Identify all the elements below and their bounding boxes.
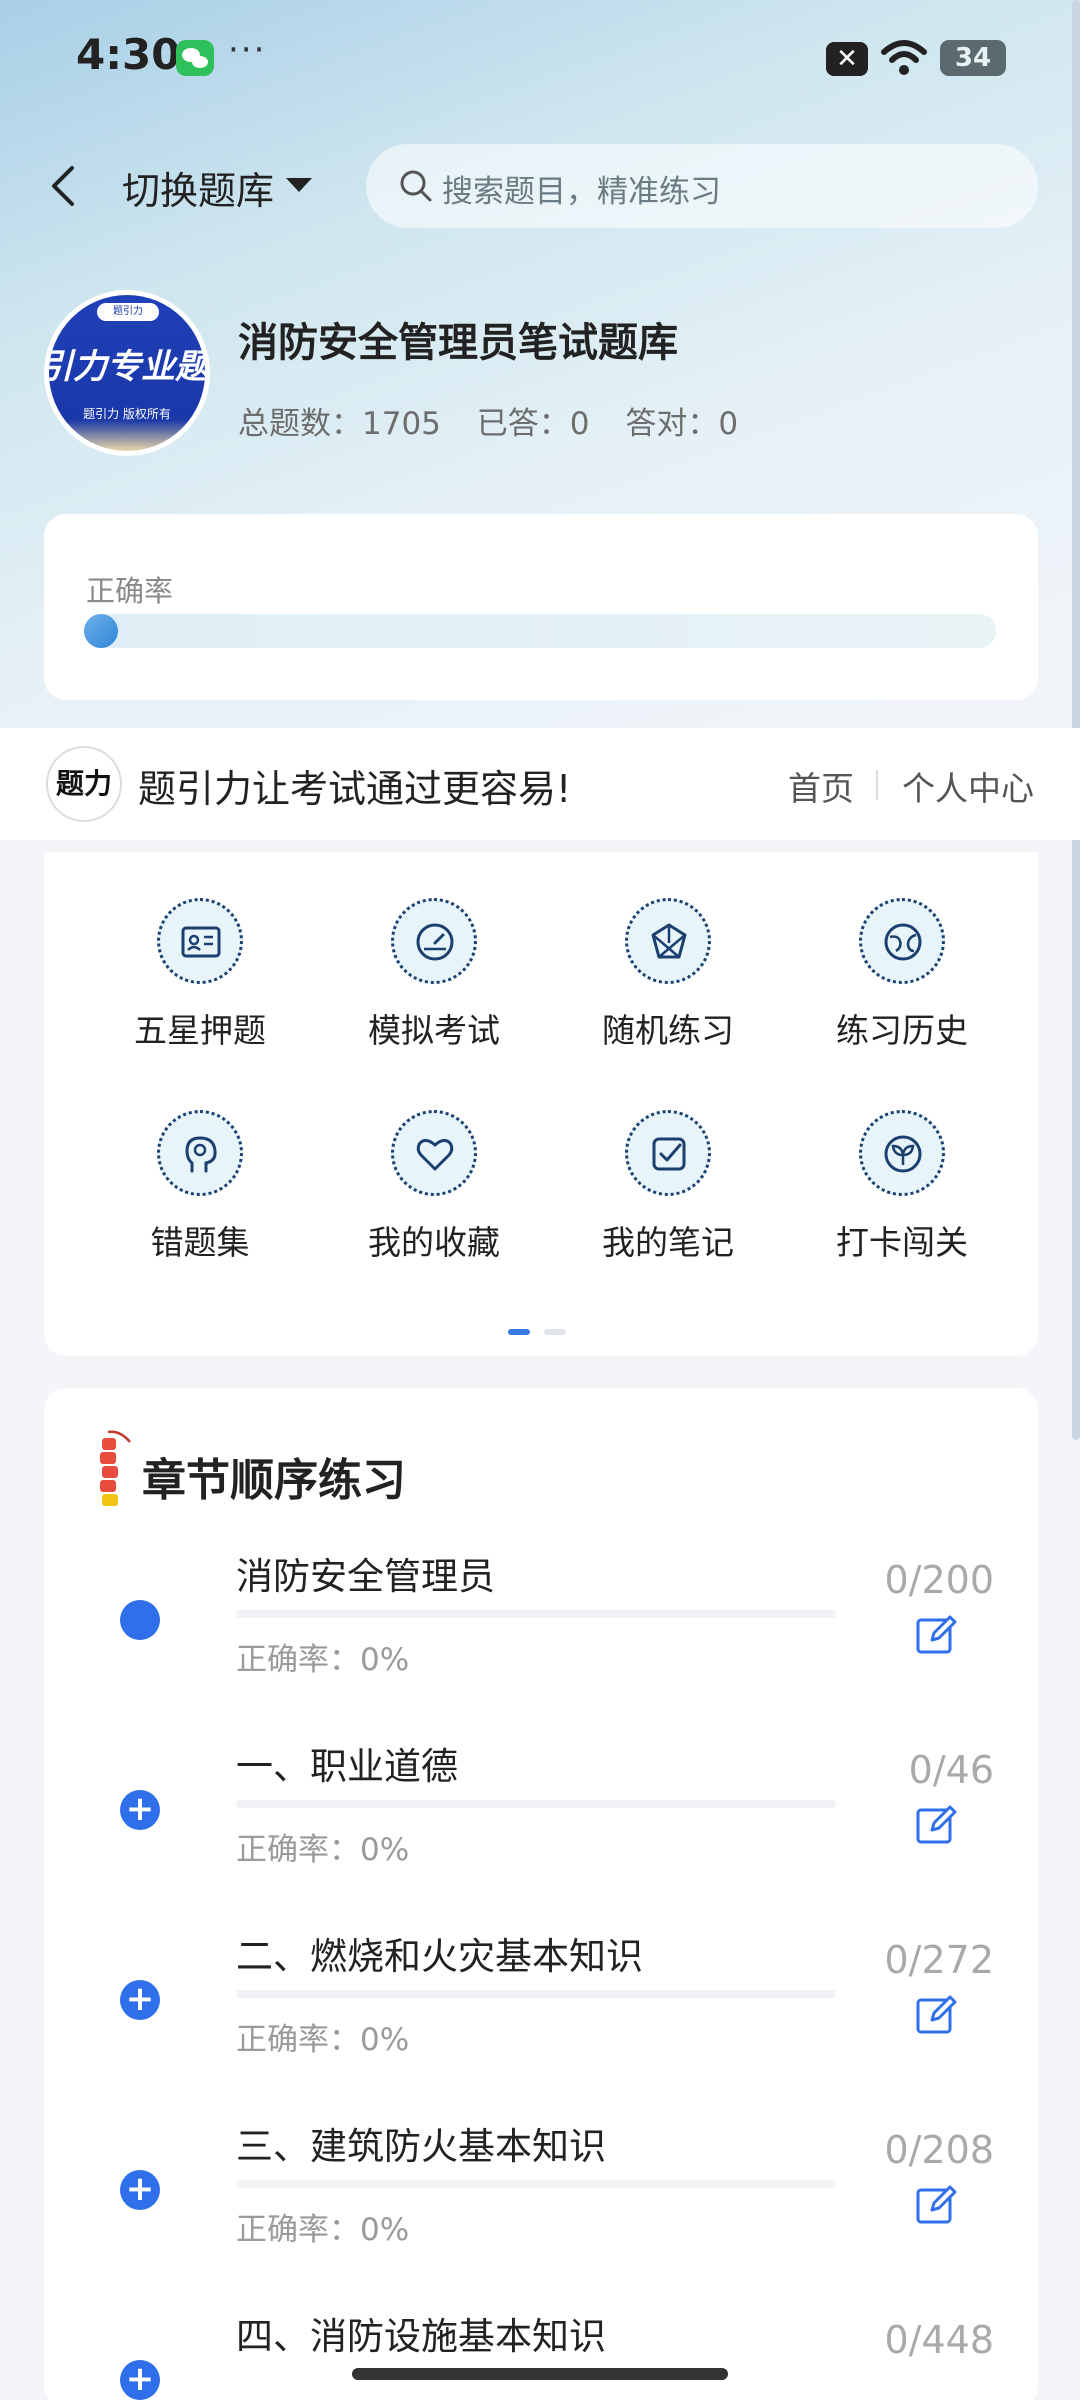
accuracy-label: 正确率 xyxy=(86,574,174,608)
chapter-progress-bar xyxy=(236,2180,836,2188)
chapter-dot-icon xyxy=(120,1600,160,1640)
edit-icon[interactable] xyxy=(914,1612,958,1656)
menu-item-five-star[interactable]: 五星押题 xyxy=(100,852,300,1050)
chapter-count: 0/200 xyxy=(884,1558,994,1602)
edit-icon[interactable] xyxy=(914,1992,958,2036)
chapter-accuracy: 正确率：0% xyxy=(236,2022,410,2058)
chapter-count: 0/272 xyxy=(884,1938,994,1982)
more-dots-icon: ··· xyxy=(228,30,267,70)
chapter-accuracy: 正确率：0% xyxy=(236,1642,410,1678)
heart-icon xyxy=(391,1110,477,1196)
edit-icon[interactable] xyxy=(914,1802,958,1846)
feature-menu: 五星押题 模拟考试 随机练习 练习历史 错题集 我的收藏 我的笔记 打卡闯关 xyxy=(44,852,1038,1356)
menu-label: 随机练习 xyxy=(602,1011,734,1050)
close-badge-icon: ✕ xyxy=(826,42,868,76)
chapter-progress-bar xyxy=(236,1800,836,1808)
accuracy-card: 正确率 xyxy=(44,514,1038,700)
menu-label: 模拟考试 xyxy=(368,1011,500,1050)
page-dot xyxy=(544,1329,566,1335)
id-card-icon xyxy=(157,898,243,984)
chapter-name: 二、燃烧和火灾基本知识 xyxy=(236,1935,643,1978)
chapter-count: 0/448 xyxy=(884,2318,994,2362)
menu-item-checkin[interactable]: 打卡闯关 xyxy=(802,1064,1002,1262)
menu-item-mock-exam[interactable]: 模拟考试 xyxy=(334,852,534,1050)
chapter-name: 一、职业道德 xyxy=(236,1745,458,1788)
globe-icon xyxy=(859,898,945,984)
chapter-practice-section: 章节顺序练习 消防安全管理员 正确率：0% 0/200 + 一、职业道德 正确率… xyxy=(44,1388,1038,2400)
bank-stats: 总题数：1705 已答：0 答对：0 xyxy=(238,398,764,443)
head-icon xyxy=(157,1110,243,1196)
chapter-progress-bar xyxy=(236,1610,836,1618)
menu-label: 练习历史 xyxy=(836,1011,968,1050)
expand-plus-icon[interactable]: + xyxy=(120,2360,160,2400)
chapter-row[interactable]: + 三、建筑防火基本知识 正确率：0% 0/208 xyxy=(44,2110,1038,2290)
menu-label: 错题集 xyxy=(150,1223,250,1262)
brand-slogan: 题引力让考试通过更容易! xyxy=(138,767,572,811)
menu-label: 五星押题 xyxy=(134,1011,266,1050)
expand-plus-icon[interactable]: + xyxy=(120,2170,160,2210)
chapter-progress-bar xyxy=(236,1990,836,1998)
network-icon xyxy=(625,898,711,984)
battery-icon: 34 xyxy=(940,40,1006,76)
chapter-name: 四、消防设施基本知识 xyxy=(236,2315,606,2358)
menu-label: 我的收藏 xyxy=(368,1223,500,1262)
wifi-icon xyxy=(881,40,927,75)
sprout-icon xyxy=(859,1110,945,1196)
page-dot-active xyxy=(508,1329,530,1335)
total-count: 总题数：1705 xyxy=(238,406,441,442)
correct-count: 答对：0 xyxy=(625,406,739,442)
top-header: 切换题库 搜索题目，精准练习 xyxy=(0,140,1080,230)
menu-item-history[interactable]: 练习历史 xyxy=(802,852,1002,1050)
bank-logo-tab: 题引力 xyxy=(97,303,159,321)
bank-title: 消防安全管理员笔试题库 xyxy=(238,320,678,366)
switch-bank-button[interactable]: 切换题库 xyxy=(122,160,274,215)
chapter-count: 0/208 xyxy=(884,2128,994,2172)
divider xyxy=(876,770,878,800)
bank-logo-sub: 题引力 版权所有 xyxy=(83,407,171,421)
chapter-accuracy: 正确率：0% xyxy=(236,1832,410,1868)
search-input[interactable]: 搜索题目，精准练习 xyxy=(366,144,1038,228)
status-bar: 4:30 ··· ✕ 34 xyxy=(0,0,1080,120)
brand-logo: 题力 xyxy=(46,746,122,822)
menu-item-random-practice[interactable]: 随机练习 xyxy=(568,852,768,1050)
bank-logo: 题引力 引力专业题 题引力 版权所有 xyxy=(44,290,210,456)
chevron-down-icon[interactable] xyxy=(286,178,312,192)
speedometer-icon xyxy=(391,898,477,984)
menu-label: 打卡闯关 xyxy=(836,1223,968,1262)
home-indicator[interactable] xyxy=(352,2368,728,2380)
expand-plus-icon[interactable]: + xyxy=(120,1790,160,1830)
menu-label: 我的笔记 xyxy=(602,1223,734,1262)
check-note-icon xyxy=(625,1110,711,1196)
search-placeholder: 搜索题目，精准练习 xyxy=(442,174,721,210)
back-icon[interactable] xyxy=(44,162,84,210)
chapter-name: 三、建筑防火基本知识 xyxy=(236,2125,606,2168)
accuracy-progress-knob xyxy=(84,614,118,648)
menu-item-favorites[interactable]: 我的收藏 xyxy=(334,1064,534,1262)
menu-item-notes[interactable]: 我的笔记 xyxy=(568,1064,768,1262)
chapter-row[interactable]: + 二、燃烧和火灾基本知识 正确率：0% 0/272 xyxy=(44,1920,1038,2100)
expand-plus-icon[interactable]: + xyxy=(120,1980,160,2020)
chapter-name: 消防安全管理员 xyxy=(236,1555,495,1598)
chapter-count: 0/46 xyxy=(908,1748,994,1792)
chapter-row[interactable]: + 一、职业道德 正确率：0% 0/46 xyxy=(44,1730,1038,1910)
section-title: 章节顺序练习 xyxy=(142,1455,406,1506)
bank-logo-text: 引力专业题 xyxy=(49,347,205,387)
wechat-icon xyxy=(176,40,214,76)
status-time: 4:30 xyxy=(76,30,181,79)
search-icon xyxy=(400,170,432,202)
accuracy-progress-bar xyxy=(84,614,996,648)
brand-bar: 题力 题引力让考试通过更容易! 首页 个人中心 xyxy=(0,728,1080,840)
profile-link[interactable]: 个人中心 xyxy=(902,762,1034,810)
home-link[interactable]: 首页 xyxy=(788,762,854,810)
page-indicator xyxy=(508,1320,580,1339)
chapter-row[interactable]: 消防安全管理员 正确率：0% 0/200 xyxy=(44,1540,1038,1720)
chapter-row[interactable]: + 四、消防设施基本知识 0/448 xyxy=(44,2300,1038,2400)
edit-icon[interactable] xyxy=(914,2182,958,2226)
chapter-accuracy: 正确率：0% xyxy=(236,2212,410,2248)
menu-item-wrong-answers[interactable]: 错题集 xyxy=(100,1064,300,1262)
answered-count: 已答：0 xyxy=(476,406,590,442)
firecracker-icon xyxy=(100,1430,131,1506)
